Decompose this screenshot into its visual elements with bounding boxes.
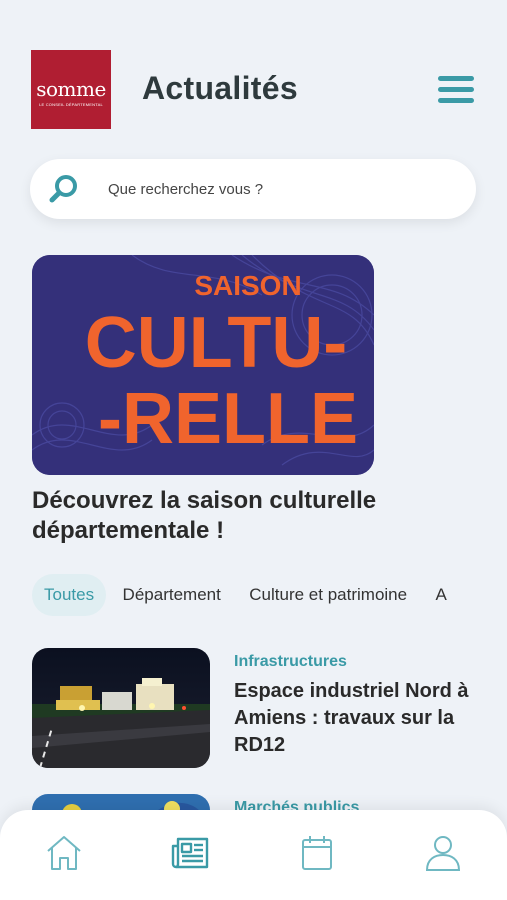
user-icon[interactable] bbox=[422, 832, 464, 874]
poster-line-1: SAISON bbox=[194, 270, 301, 301]
tab-toutes[interactable]: Toutes bbox=[32, 574, 107, 616]
newspaper-icon[interactable] bbox=[169, 832, 211, 874]
article-title: Espace industriel Nord à Amiens : travau… bbox=[234, 680, 469, 756]
calendar-icon[interactable] bbox=[296, 832, 338, 874]
featured-title[interactable]: Découvrez la saison culturelle départeme… bbox=[32, 486, 462, 546]
poster-line-2: CULTU- bbox=[85, 303, 348, 383]
home-icon[interactable] bbox=[43, 832, 85, 874]
search-icon[interactable] bbox=[48, 173, 80, 205]
page-title: Actualités bbox=[142, 70, 298, 106]
logo-wordmark: somme bbox=[36, 76, 106, 101]
poster-illustration: SAISON CULTU- -RELLE bbox=[32, 255, 374, 475]
search-bar[interactable] bbox=[30, 159, 476, 219]
bottom-navigation bbox=[0, 810, 507, 900]
tab-departement[interactable]: Département bbox=[111, 574, 233, 616]
featured-image[interactable]: SAISON CULTU- -RELLE bbox=[32, 255, 374, 475]
tab-culture-patrimoine[interactable]: Culture et patrimoine bbox=[237, 574, 419, 616]
category-tabs: Toutes Département Culture et patrimoine… bbox=[32, 574, 476, 616]
header: somme le conseil départemental Actualité… bbox=[31, 50, 476, 130]
article-category: Infrastructures bbox=[234, 653, 347, 670]
article-thumbnail bbox=[32, 648, 210, 768]
hamburger-menu-icon[interactable] bbox=[438, 76, 476, 104]
logo-subtitle: le conseil départemental bbox=[39, 101, 103, 107]
somme-logo[interactable]: somme le conseil départemental bbox=[31, 50, 111, 129]
poster-line-3: -RELLE bbox=[98, 379, 358, 459]
article-item[interactable]: Infrastructures Espace industriel Nord à… bbox=[32, 648, 477, 768]
search-input[interactable] bbox=[108, 173, 448, 205]
tab-more[interactable]: A bbox=[424, 574, 459, 616]
